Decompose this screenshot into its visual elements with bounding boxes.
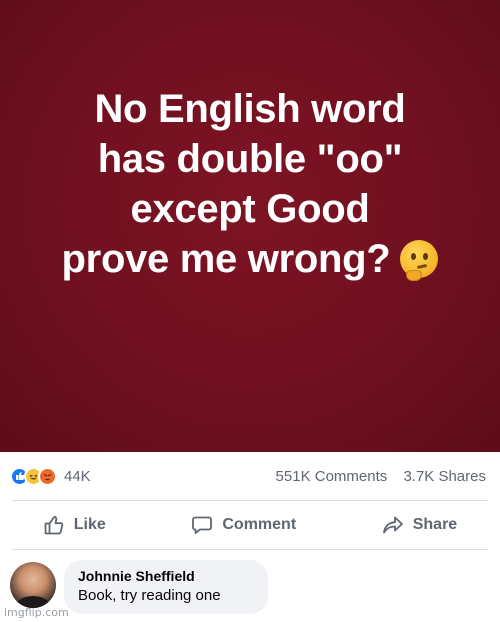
post-actions-bar: Like Comment Share (0, 501, 500, 549)
divider (12, 549, 488, 550)
comment-icon (192, 516, 213, 534)
share-label: Share (412, 516, 458, 533)
share-icon (382, 516, 403, 534)
post-text-line: No English word (94, 87, 406, 131)
like-label: Like (73, 516, 106, 533)
comment-bubble: Johnnie Sheffield Book, try reading one (64, 560, 268, 614)
watermark: imgflip.com (4, 606, 69, 619)
post-text-line-last: prove me wrong? (20, 234, 480, 284)
post-text-line: has double "oo" (97, 137, 403, 181)
engagement-counts: 551K Comments 3.7K Shares (276, 468, 486, 485)
comment-author[interactable]: Johnnie Sheffield (78, 568, 252, 584)
comment-text: Book, try reading one (78, 587, 221, 604)
share-count[interactable]: 3.7K Shares (403, 468, 486, 485)
share-button[interactable]: Share (382, 514, 457, 536)
like-button[interactable]: Like (43, 514, 106, 536)
post-image: No English word has double "oo" except G… (0, 0, 500, 452)
thinking-face-icon (400, 240, 439, 281)
post-stats-bar: 44K 551K Comments 3.7K Shares (0, 452, 500, 500)
post-text-line: except Good (130, 187, 370, 231)
comment-button[interactable]: Comment (191, 514, 296, 536)
comment-label: Comment (222, 516, 297, 533)
post-text-line: prove me wrong? (61, 237, 391, 281)
reaction-count: 44K (64, 467, 91, 485)
reactions-summary[interactable]: 44K (10, 466, 91, 486)
thumbs-up-icon (44, 515, 64, 535)
comment: Johnnie Sheffield Book, try reading one (0, 556, 500, 618)
comment-count[interactable]: 551K Comments (276, 468, 388, 485)
post-text: No English word has double "oo" except G… (20, 84, 480, 284)
angry-icon (38, 466, 57, 486)
avatar[interactable] (10, 562, 56, 608)
